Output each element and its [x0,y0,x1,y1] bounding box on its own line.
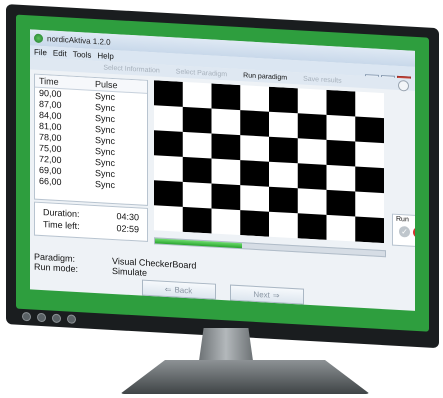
pulse-table: Time Pulse 90,00 Sync 87,00 Sync 84,00 Sync 81… [34,73,148,206]
checker-square [211,133,241,161]
checker-square [355,116,384,144]
checker-square [355,166,384,194]
menu-edit[interactable]: Edit [53,48,67,58]
monitor-control-button[interactable] [37,312,46,323]
step-select-information: Select Information [103,63,160,75]
next-label: Next [253,289,270,300]
checker-square [211,83,241,111]
monitor-frame: nordicAktiva 1.2.0 File Edit Tools Help … [6,4,439,349]
menu-file[interactable]: File [34,47,47,57]
progress-fill [155,238,243,249]
step-run-paradigm: Run paradigm [243,71,288,82]
monitor-bezel: nordicAktiva 1.2.0 File Edit Tools Help … [16,14,429,332]
checker-square [326,189,356,217]
arrow-right-icon: ⇒ [272,290,280,300]
timing-panel: Duration: 04:30 Time left: 02:59 [34,201,148,242]
cancel-icon[interactable]: ✕ [413,226,415,239]
arrow-left-icon: ⇐ [164,284,172,294]
check-icon[interactable]: ✓ [399,225,410,238]
checker-square [182,156,212,184]
checker-square [154,180,183,207]
checker-square [240,160,269,187]
power-button[interactable] [22,311,31,322]
time-left-label: Time left: [43,219,80,232]
monitor-control-button[interactable] [52,313,61,324]
app-window: nordicAktiva 1.2.0 File Edit Tools Help … [30,29,415,311]
monitor-buttons [22,311,76,325]
run-panel: Run ✓ ✕ [392,213,415,249]
checker-square [326,89,356,117]
pulse-cell: Sync [95,178,116,191]
monitor-control-button[interactable] [67,314,76,324]
wizard-navigation: ⇐ Back Next ⇒ [30,273,415,311]
checker-square [269,136,298,164]
back-button[interactable]: ⇐ Back [141,279,216,300]
checker-square [240,110,269,137]
window-title: nordicAktiva 1.2.0 [47,33,111,47]
checker-square [269,86,298,114]
run-label: Run [396,215,409,224]
app-logo-icon [34,33,43,43]
column-header-pulse: Pulse [95,78,118,91]
time-left-value: 02:59 [116,223,139,235]
checker-square [326,139,356,167]
step-save-results: Save results [303,75,342,85]
step-select-paradigm: Select Paradigm [175,67,228,78]
checker-square [182,106,212,134]
checker-square [297,213,327,240]
checker-square [211,183,241,211]
checker-square [154,80,183,107]
next-button[interactable]: Next ⇒ [229,284,304,305]
checkerboard-stimulus [154,80,384,244]
checker-square [355,216,384,244]
checker-square [269,186,298,214]
checker-square [297,163,327,190]
help-icon[interactable] [398,79,409,92]
checker-square [154,130,183,157]
menu-tools[interactable]: Tools [73,49,92,59]
checker-square [182,206,212,234]
checker-square [240,210,269,237]
time-cell: 66,00 [39,175,62,188]
checker-square [297,113,327,140]
menu-help[interactable]: Help [97,51,113,61]
monitor-stand-base [120,360,370,394]
back-label: Back [174,284,193,295]
run-mode-value: Simulate [112,265,148,278]
